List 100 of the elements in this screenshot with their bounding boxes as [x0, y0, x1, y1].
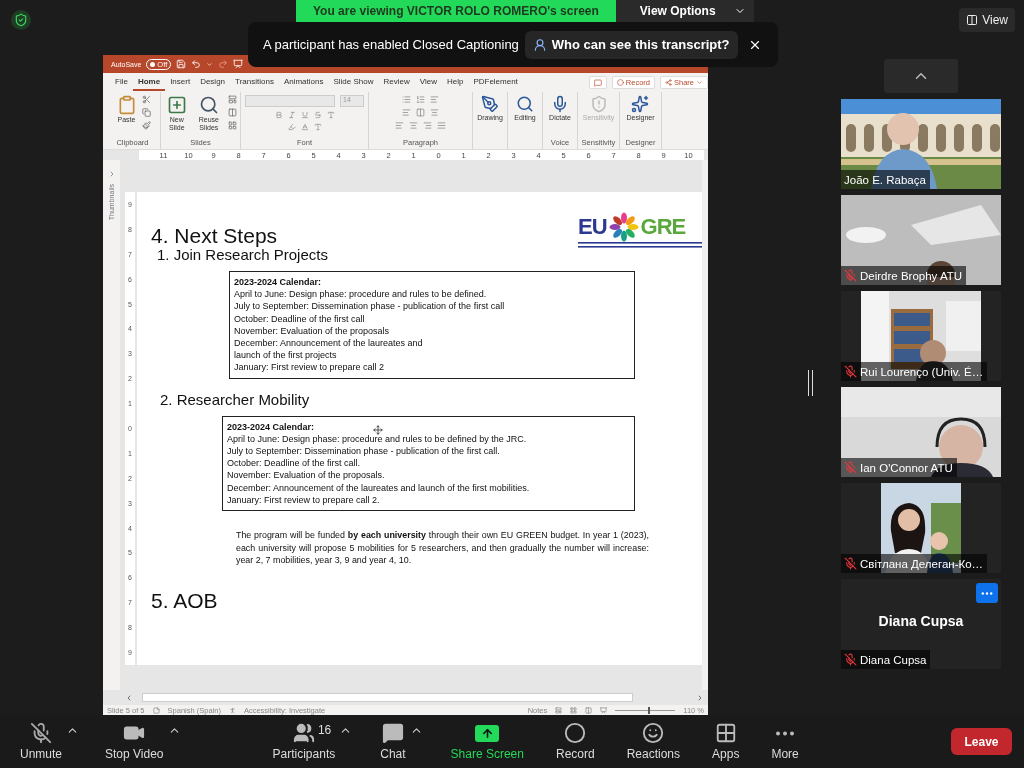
- calendar-line: January: First review to prepare call 2.: [227, 493, 380, 507]
- toolbar-button[interactable]: Stop Video: [101, 722, 168, 761]
- smiley-icon: [642, 722, 665, 744]
- calendar-line: April to June: Design phase: procedure and rules to be defined.: [234, 288, 487, 301]
- magnifier-icon: [516, 95, 534, 113]
- chat-bubble-icon: [381, 722, 404, 744]
- bold-icon: [274, 111, 283, 119]
- line-spacing-icon: [430, 95, 439, 104]
- align-right-icon: [423, 121, 432, 130]
- scroll-right-icon: [696, 693, 704, 702]
- font-name-field[interactable]: [245, 95, 335, 107]
- presenter-icon: [233, 59, 244, 69]
- calendar-line: December: Announcement of the laureates and: [234, 337, 423, 350]
- calendar-line: launch of the first projects: [234, 349, 337, 362]
- flower-logo-icon: [608, 212, 639, 242]
- security-shield-icon[interactable]: [11, 10, 31, 30]
- more-options-button[interactable]: [976, 583, 998, 603]
- undo-icon: [191, 59, 202, 69]
- strikethrough-icon: [313, 111, 322, 119]
- record-icon: [616, 79, 624, 86]
- ribbon-tab[interactable]: Home: [132, 74, 166, 91]
- bullets-icon: [402, 95, 411, 104]
- more-icon: [775, 730, 796, 736]
- ribbon-tab[interactable]: Slide Show: [328, 74, 379, 91]
- calendar-title: 2023-2024 Calendar:: [227, 420, 315, 433]
- section-heading: 2. Researcher Mobility: [160, 390, 310, 408]
- move-cursor-icon: [373, 425, 383, 435]
- calendar-line: October: Deadline of the first call.: [227, 457, 361, 470]
- toolbar-button[interactable]: Share Screen: [446, 722, 528, 761]
- save-icon: [176, 59, 187, 69]
- sensitivity-icon: [589, 95, 608, 113]
- toolbar-button[interactable]: 16 Participants: [268, 722, 340, 761]
- transcript-info-button[interactable]: Who can see this transcript?: [524, 30, 738, 59]
- toolbar-button[interactable]: Chat: [376, 722, 410, 761]
- logo-text: EU: [578, 214, 607, 240]
- participant-name: Rui Lourenço (Univ. É…: [860, 365, 984, 378]
- logo-text: GRE: [640, 214, 686, 240]
- participant-name: João E. Rabaça: [844, 173, 926, 186]
- ribbon-tab[interactable]: View: [414, 74, 442, 91]
- align-left-icon: [395, 121, 404, 130]
- participant-name: Deirdre Brophy ATU: [860, 269, 963, 282]
- view-button[interactable]: View: [959, 8, 1015, 32]
- scroll-left-icon: [125, 693, 133, 702]
- calendar-line: April to June: Design phase: procedure and rules to be defined by the JRC.: [227, 432, 527, 446]
- person-icon: [532, 37, 547, 52]
- ribbon-tab[interactable]: Help: [441, 74, 469, 91]
- calendar-line: December: Announcement of the laureates and launch of the first mobilities.: [227, 481, 530, 494]
- funding-paragraph: The program will be funded by each university through their own EU GREEN budget. In year 1 (2023), each university will propose 5 mobilities for 5 researchers, and then gradually the number will increase: year 2, 7 mobilities, year 3, 9 and year 4, 10.: [236, 529, 649, 567]
- participant-name: Світлана Делеган-Ко…: [860, 557, 984, 570]
- toolbar-button[interactable]: Record: [552, 722, 599, 761]
- calendar-line: November: Evaluation of the proposals: [234, 324, 390, 337]
- slideshow-icon: [600, 706, 608, 714]
- slide-title: 4. Next Steps: [151, 224, 278, 248]
- calendar-line: January: First review to prepare call 2: [234, 361, 385, 374]
- ribbon-tab[interactable]: File: [110, 74, 133, 91]
- participant-name: Diana Cupsa: [860, 653, 927, 666]
- section-heading: 1. Join Research Projects: [157, 246, 328, 263]
- screen-share-banner: You are viewing VICTOR ROLO ROMERO's screen: [296, 0, 616, 22]
- columns-icon: [416, 108, 425, 117]
- ribbon-tab[interactable]: Design: [195, 74, 231, 91]
- ribbon-tab[interactable]: PDFelement: [468, 74, 523, 91]
- scissors-icon: [141, 95, 151, 104]
- layout-icon: [228, 95, 237, 104]
- calendar-line: November: Evaluation of the proposals.: [227, 469, 385, 482]
- toolbar-button[interactable]: More: [767, 722, 803, 761]
- reuse-slides-icon: [198, 95, 219, 115]
- indent-icon: [402, 108, 411, 117]
- microphone-icon: [551, 95, 569, 113]
- view-options-button[interactable]: View Options: [615, 0, 754, 22]
- highlighter-icon: [287, 123, 296, 131]
- justify-icon: [437, 121, 446, 130]
- numbering-icon: [416, 95, 425, 104]
- calendar-line: July to September: Dissemination phase - publication of the first call.: [227, 445, 500, 458]
- align-center-icon: [409, 121, 418, 130]
- share-icon: [665, 79, 672, 86]
- accessibility-icon: [228, 706, 236, 714]
- font-size-icon: [313, 123, 322, 131]
- vertical-scrollbar[interactable]: [702, 160, 708, 690]
- ribbon-tab[interactable]: Review: [378, 74, 415, 91]
- copy-icon: [141, 108, 151, 117]
- ribbon-tab[interactable]: Insert: [165, 74, 196, 91]
- participant-count: 16: [317, 723, 332, 737]
- italic-icon: [287, 111, 296, 119]
- people-icon: [292, 722, 315, 744]
- participant-name: Ian O'Connor ATU: [860, 461, 953, 474]
- record-icon: [564, 722, 587, 744]
- redo-icon: [218, 59, 229, 69]
- share-screen-icon: [475, 724, 500, 742]
- resize-handle[interactable]: [808, 370, 813, 396]
- section-icon: [228, 121, 237, 130]
- underline-icon: [300, 111, 309, 119]
- toolbar-button[interactable]: Reactions: [622, 722, 685, 761]
- leave-button[interactable]: Leave: [951, 728, 1012, 755]
- ribbon-tab[interactable]: Transitions: [230, 74, 279, 91]
- notification-message: A participant has enabled Closed Captioning: [263, 37, 519, 52]
- toolbar-button[interactable]: Apps: [708, 722, 744, 761]
- ribbon-tab[interactable]: Animations: [278, 74, 329, 91]
- toolbar-button[interactable]: Unmute: [16, 722, 67, 761]
- caret-icon: [696, 79, 703, 86]
- horizontal-scrollbar[interactable]: [142, 693, 633, 702]
